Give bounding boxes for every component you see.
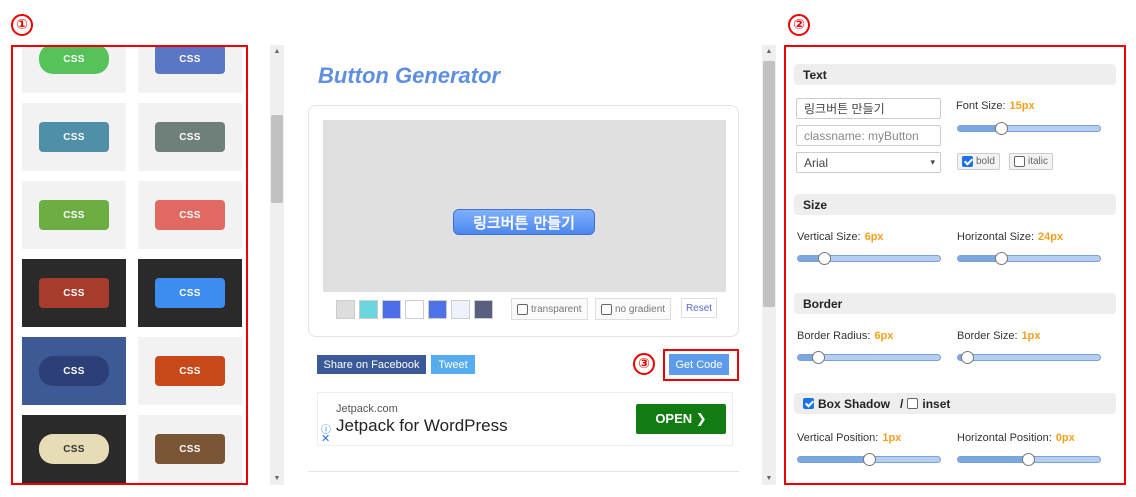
color-swatch[interactable] (336, 299, 355, 319)
no-gradient-label: no gradient (615, 303, 666, 315)
preview-area: 링크버튼 만들기 (323, 120, 726, 292)
annotation-1: ① (11, 14, 33, 36)
annotation-3: ③ (633, 353, 655, 375)
no-gradient-option[interactable]: no gradient (595, 298, 672, 320)
checkbox-icon (517, 303, 528, 315)
ad-open-button[interactable]: OPEN ❯ (636, 404, 726, 434)
page-title: Button Generator (318, 63, 501, 88)
color-swatch[interactable] (428, 299, 447, 319)
scroll-up-icon[interactable]: ▲ (272, 47, 282, 57)
annotation-box-3 (663, 349, 739, 381)
center-scrollbar[interactable] (762, 45, 776, 485)
preview-card: 링크버튼 만들기 transparent no gradient Reset (308, 105, 739, 337)
reset-button[interactable]: Reset (681, 298, 717, 318)
checkbox-icon (601, 303, 612, 315)
ad-title[interactable]: Jetpack for WordPress (336, 416, 508, 436)
transparent-option[interactable]: transparent (511, 298, 588, 320)
transparent-label: transparent (531, 303, 582, 315)
color-swatch[interactable] (382, 299, 401, 319)
annotation-box-1 (11, 45, 248, 485)
color-swatches (329, 294, 505, 324)
color-swatch[interactable] (405, 299, 424, 319)
preview-button[interactable]: 링크버튼 만들기 (453, 209, 595, 235)
ad-banner[interactable]: Jetpack.com Jetpack for WordPress ⓘ ✕ OP… (317, 392, 733, 446)
divider (308, 471, 739, 472)
tweet-button[interactable]: Tweet (431, 355, 475, 374)
color-swatch[interactable] (451, 299, 470, 319)
color-swatch[interactable] (474, 299, 493, 319)
generator-panel: Button Generator 링크버튼 만들기 transparent no… (285, 45, 761, 485)
scroll-down-icon[interactable]: ▼ (272, 474, 282, 484)
color-swatch[interactable] (359, 299, 378, 319)
annotation-2: ② (788, 14, 810, 36)
annotation-box-2 (784, 45, 1126, 485)
ad-domain: Jetpack.com (336, 403, 398, 415)
share-facebook-button[interactable]: Share on Facebook (317, 355, 426, 374)
left-scrollbar[interactable] (270, 45, 284, 485)
ad-close-icon[interactable]: ✕ (321, 432, 330, 445)
scroll-up-icon[interactable]: ▲ (764, 47, 774, 57)
scroll-down-icon[interactable]: ▼ (764, 474, 774, 484)
